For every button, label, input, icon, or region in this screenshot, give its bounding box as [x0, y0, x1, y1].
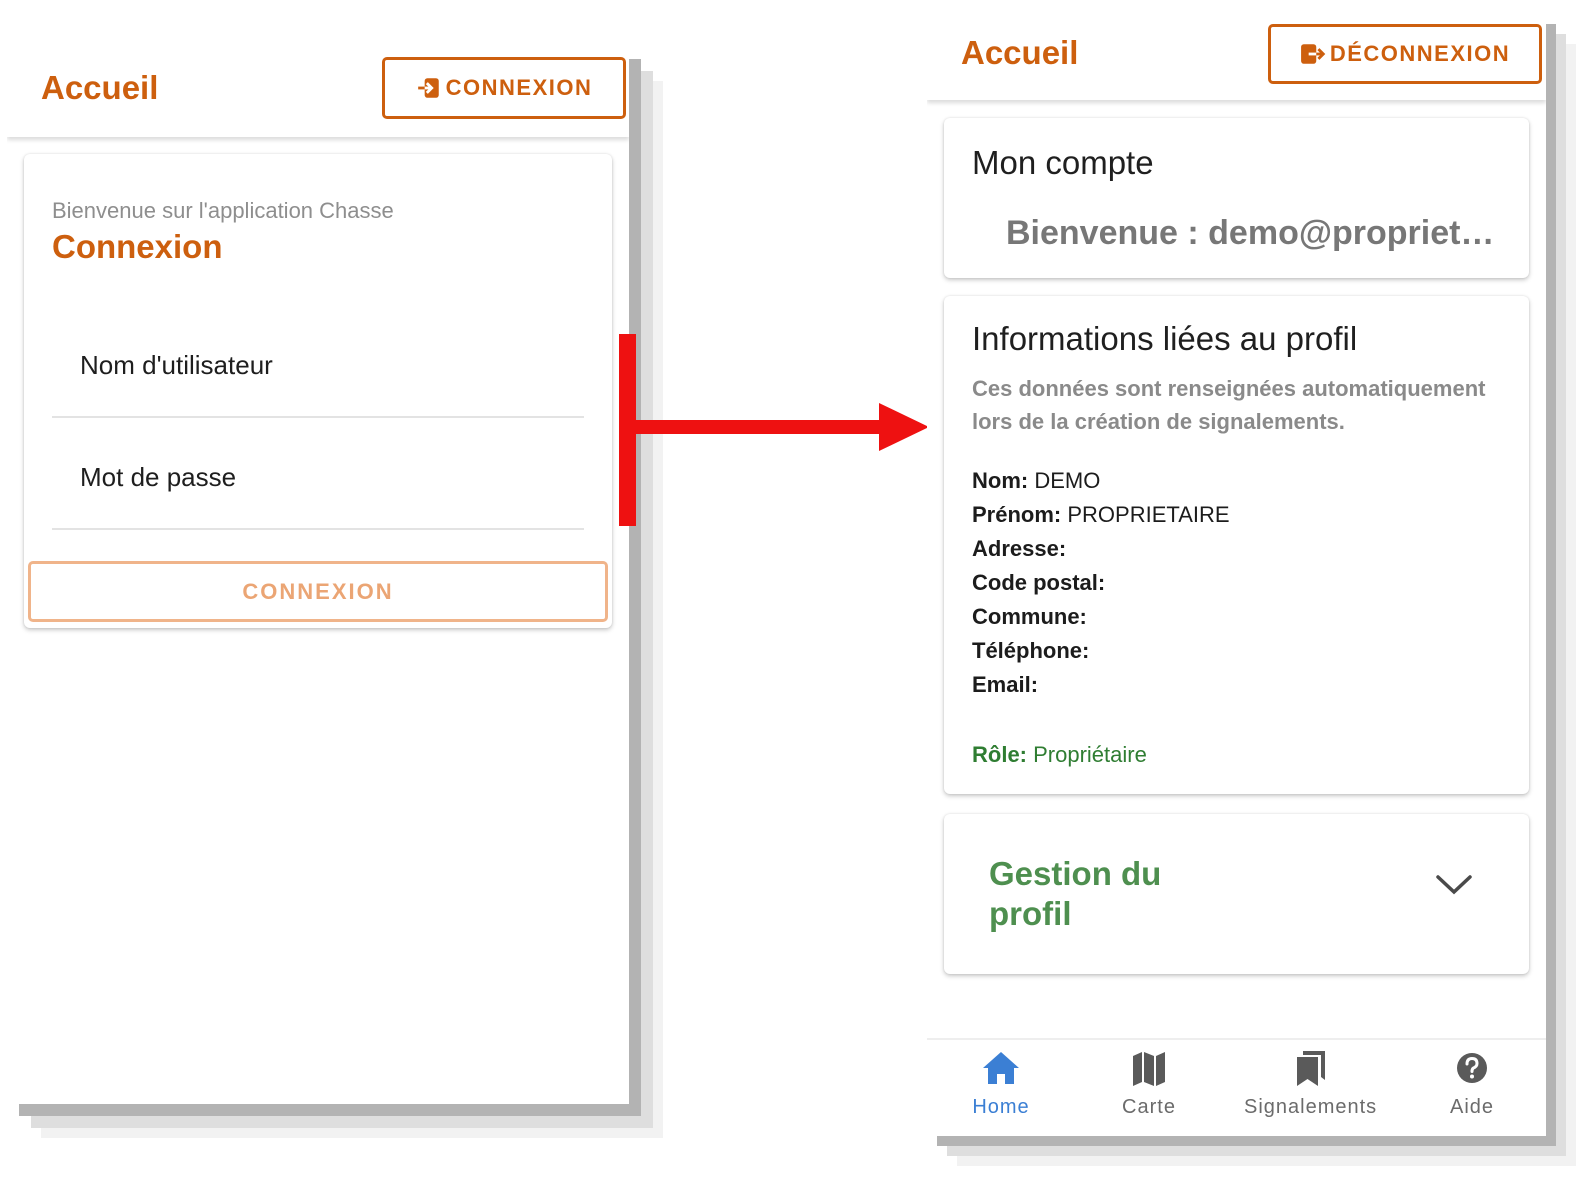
- profile-description: Ces données sont renseignées automatique…: [972, 376, 1486, 434]
- profile-field-email: Email:: [972, 672, 1039, 697]
- login-topbar-button[interactable]: CONNEXION: [382, 57, 626, 119]
- map-icon: [1133, 1052, 1165, 1086]
- nav-item-carte[interactable]: Carte: [1084, 1048, 1214, 1119]
- profile-field-nom: Nom: DEMO: [972, 468, 1101, 493]
- profile-field-code-postal: Code postal:: [972, 570, 1106, 595]
- top-app-bar: Accueil DÉCONNEXION: [927, 14, 1546, 100]
- nav-label-carte: Carte: [1122, 1096, 1176, 1118]
- profile-management-panel[interactable]: Gestion du profil: [944, 814, 1529, 974]
- logout-button[interactable]: DÉCONNEXION: [1268, 24, 1542, 84]
- logout-button-label: DÉCONNEXION: [1329, 41, 1511, 66]
- login-title: Connexion: [52, 228, 223, 265]
- app-title: Accueil: [961, 34, 1079, 71]
- chevron-down-icon[interactable]: [1434, 864, 1474, 904]
- profile-management-title: Gestion du profil: [989, 855, 1162, 932]
- username-underline: [52, 416, 584, 418]
- nav-label-aide: Aide: [1449, 1096, 1495, 1118]
- nav-item-aide[interactable]: Aide: [1407, 1048, 1537, 1119]
- bookmarks-icon: [1297, 1051, 1325, 1086]
- app-title: Accueil: [41, 69, 159, 106]
- profile-role: Rôle: Propriétaire: [972, 742, 1147, 767]
- password-underline: [52, 528, 584, 530]
- welcome-text: Bienvenue sur l'application Chasse: [52, 198, 394, 223]
- top-app-bar: Accueil CONNEXION: [7, 47, 629, 137]
- nav-label-home: Home: [972, 1096, 1030, 1118]
- password-field[interactable]: Mot de passe: [80, 462, 236, 493]
- profile-field-commune: Commune:: [972, 604, 1087, 629]
- home-icon: [983, 1052, 1019, 1084]
- bottom-navigation: Home Carte Signalements Aide: [927, 1038, 1546, 1136]
- nav-label-signalements: Signalements: [1244, 1096, 1378, 1118]
- account-card: Mon compte Bienvenue : demo@propriet…: [944, 118, 1529, 278]
- help-icon: [1457, 1053, 1487, 1083]
- login-icon: [417, 78, 439, 98]
- nav-item-signalements[interactable]: Signalements: [1244, 1048, 1376, 1119]
- profile-field-prenom: Prénom: PROPRIETAIRE: [972, 502, 1230, 527]
- profile-info-card: Informations liées au profil Ces données…: [944, 296, 1529, 794]
- login-card: Bienvenue sur l'application Chasse Conne…: [24, 154, 612, 628]
- logout-icon: [1300, 44, 1326, 64]
- login-topbar-button-label: CONNEXION: [445, 75, 593, 100]
- account-greeting: Bienvenue : demo@propriet…: [1006, 214, 1495, 252]
- transition-arrow-icon: [619, 334, 929, 526]
- nav-item-home[interactable]: Home: [936, 1048, 1066, 1119]
- login-submit-button[interactable]: CONNEXION: [28, 561, 608, 622]
- login-screen: Accueil CONNEXION Bienvenue sur l'applic…: [7, 47, 629, 1104]
- profile-card-title: Informations liées au profil: [972, 320, 1358, 357]
- profile-field-adresse: Adresse:: [972, 536, 1067, 561]
- home-screen: Accueil DÉCONNEXION Mon compte Bienvenue…: [927, 14, 1546, 1136]
- username-field[interactable]: Nom d'utilisateur: [80, 350, 273, 381]
- profile-field-telephone: Téléphone:: [972, 638, 1090, 663]
- account-card-title: Mon compte: [972, 144, 1154, 181]
